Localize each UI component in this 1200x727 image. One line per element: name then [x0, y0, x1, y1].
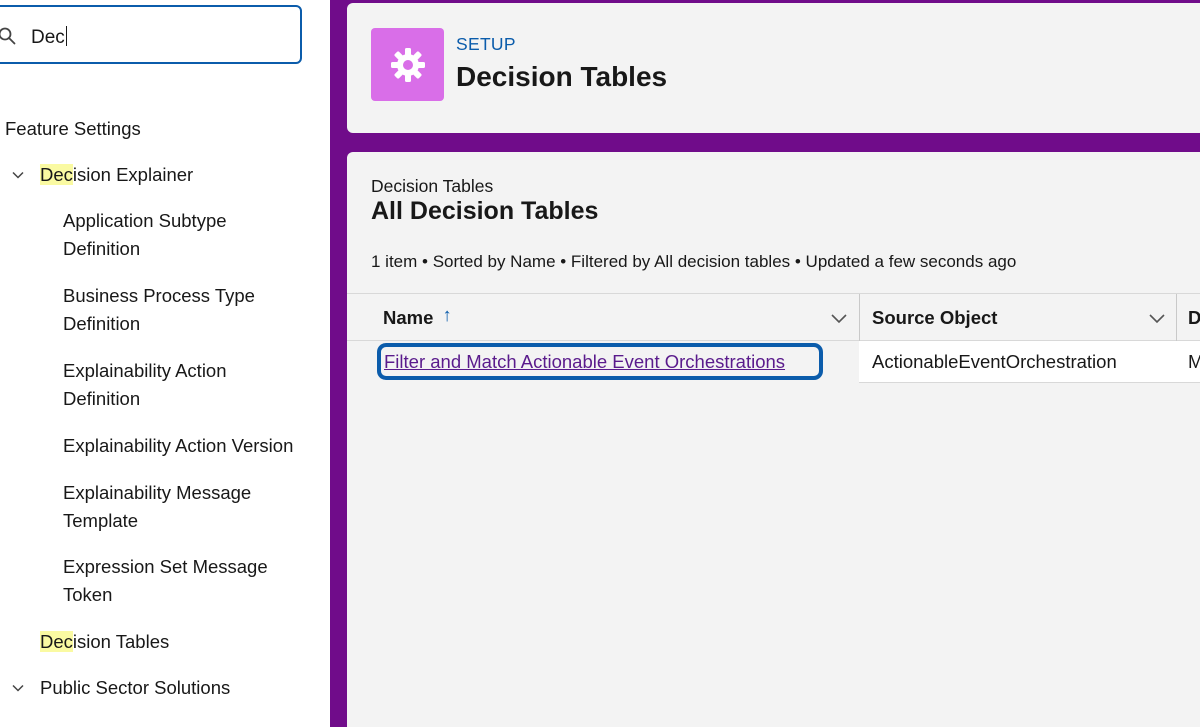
cell-next: M — [1188, 351, 1200, 372]
section-feature-settings[interactable]: Feature Settings — [5, 115, 141, 143]
tree-item-application-subtype-definition[interactable]: Application Subtype Definition — [63, 207, 227, 263]
sort-ascending-icon: ↑ — [442, 304, 452, 325]
search-input[interactable]: Dec — [31, 26, 67, 49]
gear-icon — [390, 47, 425, 82]
page-title: Decision Tables — [456, 61, 668, 92]
column-header-next[interactable]: D — [1188, 294, 1200, 342]
setup-gear-tile — [371, 28, 444, 101]
search-highlight: Dec — [40, 164, 73, 185]
table-header: Name ↑ Source Object D — [347, 293, 1200, 342]
chevron-down-icon[interactable] — [831, 312, 847, 324]
tree-item-public-sector-solutions[interactable]: Public Sector Solutions — [40, 674, 230, 702]
chevron-down-icon[interactable] — [1149, 312, 1165, 324]
table-row: Filter and Match Actionable Event Orches… — [347, 341, 1200, 383]
tree-item-expression-set-message-token[interactable]: Expression Set Message Token — [63, 553, 268, 609]
record-name-link[interactable]: Filter and Match Actionable Event Orches… — [384, 349, 785, 375]
record-link-focus[interactable]: Filter and Match Actionable Event Orches… — [377, 343, 823, 380]
tree-item-decision-tables[interactable]: Decision Tables — [40, 628, 169, 656]
column-divider[interactable] — [1176, 294, 1177, 342]
tree-item-explainability-action-version[interactable]: Explainability Action Version — [63, 432, 293, 460]
text-caret — [65, 26, 67, 46]
chevron-down-icon[interactable] — [12, 169, 24, 181]
tree-item-explainability-message-template[interactable]: Explainability Message Template — [63, 479, 251, 535]
column-divider[interactable] — [859, 294, 860, 342]
column-header-name[interactable]: Name ↑ — [383, 294, 452, 342]
page-header: SETUP Decision Tables — [347, 3, 1200, 133]
tree-item-explainability-action-definition[interactable]: Explainability Action Definition — [63, 357, 227, 413]
search-icon — [0, 27, 16, 45]
object-label: Decision Tables — [371, 176, 494, 196]
list-view-card: Decision Tables All Decision Tables 1 it… — [347, 152, 1200, 727]
tree-item-business-process-type-definition[interactable]: Business Process Type Definition — [63, 282, 255, 338]
list-view-status: 1 item • Sorted by Name • Filtered by Al… — [371, 252, 1017, 271]
list-view-title[interactable]: All Decision Tables — [371, 197, 598, 226]
cell-source-object: ActionableEventOrchestration — [872, 351, 1117, 372]
column-header-source-object[interactable]: Source Object — [872, 294, 997, 342]
quick-find-search[interactable]: Dec — [0, 5, 302, 64]
search-highlight: Dec — [40, 631, 73, 652]
chevron-down-icon[interactable] — [12, 682, 24, 694]
setup-sidebar: Dec Feature Settings Decision Explainer … — [0, 0, 330, 727]
tree-item-decision-explainer[interactable]: Decision Explainer — [40, 161, 193, 189]
header-breadcrumb: SETUP — [456, 34, 516, 54]
